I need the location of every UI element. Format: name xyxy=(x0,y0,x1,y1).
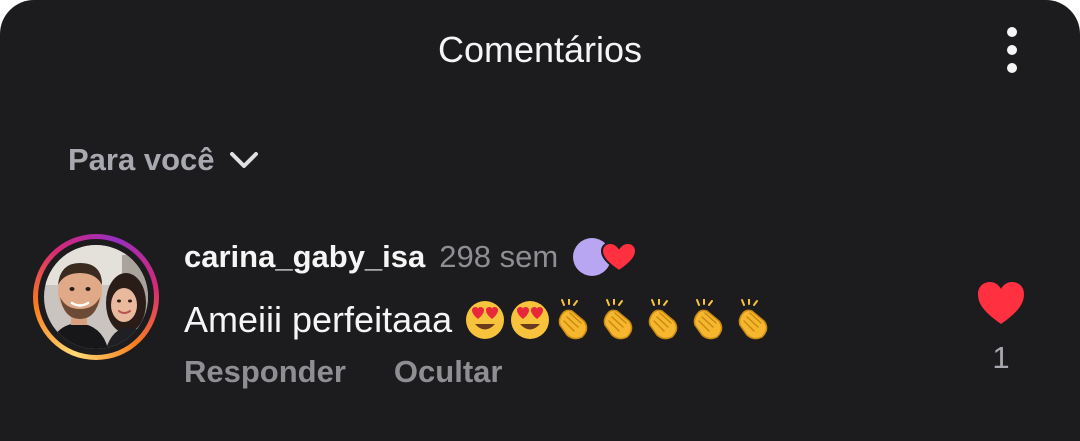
comment-body: Ameiii perfeitaaa xyxy=(184,294,779,346)
like-count: 1 xyxy=(992,340,1010,375)
comments-sheet: Comentários Para você carina_gaby_isa 29… xyxy=(0,0,1080,441)
reply-button[interactable]: Responder xyxy=(184,354,346,390)
clapping-hands-emoji-icon xyxy=(738,299,768,340)
avatar-photo xyxy=(44,245,148,349)
comment-text: Ameiii perfeitaaa xyxy=(184,299,453,340)
avatar[interactable] xyxy=(33,234,159,360)
liked-by-creator-icon xyxy=(572,235,638,279)
sheet-title: Comentários xyxy=(437,29,643,70)
like-button[interactable] xyxy=(976,280,1026,326)
comment-actions: Responder Ocultar xyxy=(184,350,502,394)
comment-timestamp: 298 sem xyxy=(439,239,559,274)
sort-selector[interactable]: Para você xyxy=(68,138,259,182)
heart-eyes-emoji-icon xyxy=(466,301,505,339)
more-options-button[interactable] xyxy=(990,22,1034,78)
sort-label: Para você xyxy=(68,142,215,177)
comment-username[interactable]: carina_gaby_isa xyxy=(184,239,425,275)
chevron-down-icon xyxy=(229,150,259,170)
comment-header: carina_gaby_isa 298 sem xyxy=(184,234,638,280)
more-vertical-icon xyxy=(1007,27,1017,73)
hide-button[interactable]: Ocultar xyxy=(394,354,503,390)
clapping-hands-emoji-icon xyxy=(648,299,678,340)
heart-eyes-emoji-icon xyxy=(511,301,550,339)
clapping-hands-emoji-icon xyxy=(693,299,723,340)
clapping-hands-emoji-icon xyxy=(558,299,588,340)
comment-emojis xyxy=(464,299,779,341)
clapping-hands-emoji-icon xyxy=(603,299,633,340)
heart-filled-icon xyxy=(978,282,1024,324)
